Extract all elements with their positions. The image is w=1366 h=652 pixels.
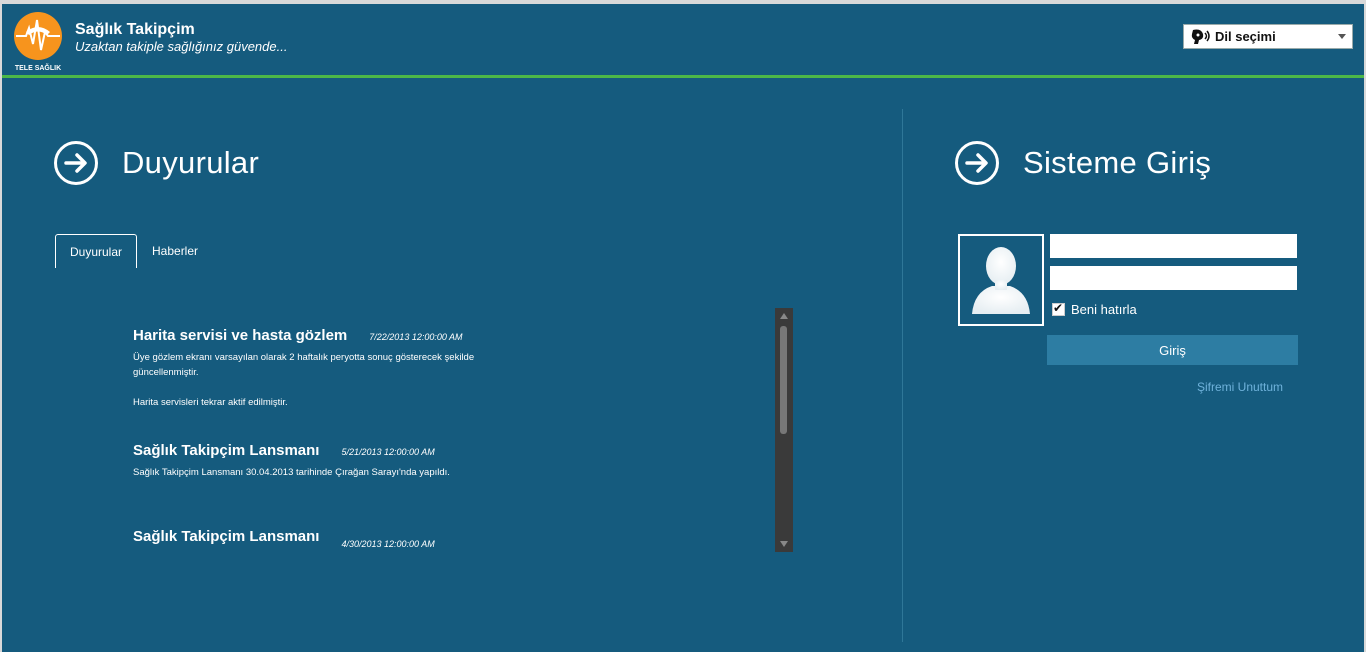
news-title[interactable]: Sağlık Takipçim Lansmanı [133,442,319,459]
brand-tagline: Uzaktan takiple sağlığınız güvende... [75,39,288,54]
circle-arrow-right-icon [54,141,98,185]
news-item: Harita servisi ve hasta gözlem 7/22/2013… [133,327,513,410]
user-silhouette-icon [972,247,1030,314]
forgot-password-link[interactable]: Şifremi Unuttum [1197,380,1283,394]
username-field[interactable] [1050,234,1297,258]
avatar [958,234,1044,326]
tele-saglik-logo: TELE SAĞLIK [14,12,62,72]
login-button[interactable]: Giriş [1047,335,1298,365]
news-date: 7/22/2013 12:00:00 AM [369,332,463,342]
news-item: Sağlık Takipçim Lansmanı 4/30/2013 12:00… [133,528,435,549]
app-frame: TELE SAĞLIK Sağlık Takipçim Uzaktan taki… [2,4,1364,652]
password-field[interactable] [1050,266,1297,290]
language-speaker-icon [1191,29,1210,44]
section-divider [902,109,903,642]
news-date: 4/30/2013 12:00:00 AM [341,539,435,549]
news-scrollbar[interactable] [775,308,793,552]
news-title[interactable]: Harita servisi ve hasta gözlem [133,327,347,344]
announcements-title: Duyurular [122,145,260,180]
chevron-down-icon [1338,34,1346,39]
login-heading: Sisteme Giriş [955,141,1211,185]
news-body-paragraph: Sağlık Takipçim Lansmanı 30.04.2013 tari… [133,467,450,478]
news-body: Üye gözlem ekranı varsayılan olarak 2 ha… [133,350,513,410]
announcements-heading: Duyurular [54,141,259,185]
remember-me-label: Beni hatırla [1071,302,1137,317]
header-divider [2,75,1364,78]
logo-text: TELE SAĞLIK [15,63,61,72]
circle-arrow-right-icon [955,141,999,185]
news-body-paragraph: Harita servisleri tekrar aktif edilmişti… [133,397,288,408]
header: TELE SAĞLIK Sağlık Takipçim Uzaktan taki… [2,4,1364,75]
news-date: 5/21/2013 12:00:00 AM [341,447,435,457]
brand-title: Sağlık Takipçim [75,21,195,38]
language-select-value: Dil seçimi [1215,29,1276,44]
scroll-down-icon[interactable] [780,541,788,547]
tab-haberler[interactable]: Haberler [152,234,198,268]
news-body: Sağlık Takipçim Lansmanı 30.04.2013 tari… [133,465,478,480]
remember-me[interactable]: Beni hatırla [1052,301,1137,317]
login-title: Sisteme Giriş [1023,145,1212,180]
news-item: Sağlık Takipçim Lansmanı 5/21/2013 12:00… [133,442,478,480]
tab-duyurular[interactable]: Duyurular [55,234,137,268]
remember-me-checkbox[interactable] [1052,301,1065,316]
language-select[interactable]: Dil seçimi [1183,24,1353,49]
scroll-thumb[interactable] [780,326,787,434]
scroll-up-icon[interactable] [780,313,788,319]
news-title[interactable]: Sağlık Takipçim Lansmanı [133,528,319,545]
news-body-paragraph: Üye gözlem ekranı varsayılan olarak 2 ha… [133,352,475,378]
